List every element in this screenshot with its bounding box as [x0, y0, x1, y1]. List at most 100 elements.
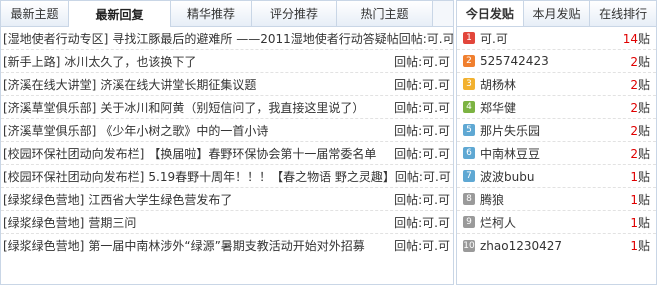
ranking-row: 4 郑华健 2贴 [457, 96, 656, 119]
post-count: 2贴 [630, 145, 650, 162]
user-name-link[interactable]: 那片失乐园 [480, 122, 540, 139]
tab-2[interactable]: 精华推荐 [171, 1, 252, 26]
tab-0[interactable]: 最新主题 [1, 1, 69, 26]
thread-title-link[interactable]: 营期三问 [88, 214, 136, 231]
thread-category-link[interactable]: [济溪草堂俱乐部] [3, 122, 96, 139]
post-count-unit: 贴 [637, 100, 650, 115]
user-name-link[interactable]: 烂柯人 [480, 214, 516, 231]
post-count: 1贴 [630, 214, 650, 231]
ranking-row: 3 胡杨林 2贴 [457, 73, 656, 96]
post-count-number: 1 [630, 192, 638, 207]
thread-row: [济溪在线大讲堂] 济溪在线大讲堂长期征集议题 回帖:可.可 [1, 73, 453, 96]
thread-category-link[interactable]: [新手上路] [3, 53, 60, 70]
thread-title-link[interactable]: 《少年小树之歌》中的一首小诗 [100, 122, 268, 139]
rank-badge: 2 [463, 55, 475, 67]
thread-title-link[interactable]: 【换届啦】春野环保协会第十一届常委名单 [148, 145, 376, 162]
thread-last-reply: 回帖:可.可 [394, 239, 450, 253]
post-count-number: 1 [630, 169, 638, 184]
post-count-number: 1 [630, 239, 638, 253]
thread-last-reply: 回帖:可.可 [394, 54, 450, 69]
thread-title-link[interactable]: 5.19春野十周年！！！【春之物语 野之灵趣】 [148, 168, 395, 185]
thread-title-link[interactable]: 冰川太久了，也该换下了 [64, 53, 196, 70]
user-name-link[interactable]: 可.可 [480, 30, 508, 47]
post-count-unit: 贴 [637, 146, 650, 161]
thread-last-reply: 回帖:可.可 [394, 192, 450, 207]
post-count-unit: 贴 [637, 169, 650, 184]
thread-title-link[interactable]: 济溪在线大讲堂长期征集议题 [100, 76, 256, 93]
tab-4[interactable]: 热门主题 [337, 1, 433, 26]
thread-last-reply: 回帖:可.可 [394, 169, 451, 184]
user-name-link[interactable]: 胡杨林 [480, 76, 516, 93]
thread-row: [济溪草堂俱乐部] 《少年小树之歌》中的一首小诗 回帖:可.可 [1, 119, 453, 142]
rank-badge: 8 [463, 193, 475, 205]
thread-category-link[interactable]: [绿浆绿色营地] [3, 191, 84, 208]
post-count-number: 2 [630, 77, 638, 92]
post-count-number: 2 [630, 100, 638, 115]
thread-title-link[interactable]: 寻找江豚最后的避难所 ——2011湿地使者行动答疑帖 [112, 30, 398, 47]
thread-category-link[interactable]: [济溪在线大讲堂] [3, 76, 96, 93]
post-count-number: 14 [622, 31, 638, 46]
rank-badge: 4 [463, 101, 475, 113]
rank-badge: 1 [463, 32, 475, 44]
ranking-row: 10 zhao1230427 1贴 [457, 234, 656, 257]
thread-row: [湿地使者行动专区] 寻找江豚最后的避难所 ——2011湿地使者行动答疑帖 回帖:可… [1, 27, 453, 50]
post-count: 2贴 [630, 122, 650, 139]
post-count-number: 1 [630, 215, 638, 230]
thread-category-link[interactable]: [济溪草堂俱乐部] [3, 99, 96, 116]
post-count-unit: 贴 [637, 215, 650, 230]
thread-last-reply: 回帖:可.可 [398, 31, 453, 46]
post-count-number: 2 [630, 123, 638, 138]
post-count-unit: 贴 [637, 239, 650, 253]
rank-badge: 6 [463, 147, 475, 159]
user-name-link[interactable]: zhao1230427 [480, 239, 562, 253]
thread-row: [校园环保社团动向发布栏] 5.19春野十周年！！！【春之物语 野之灵趣】 回帖:可… [1, 165, 453, 188]
thread-row: [绿浆绿色营地] 营期三问 回帖:可.可 [1, 211, 453, 234]
user-name-link[interactable]: 波波bubu [480, 168, 534, 185]
post-count-unit: 贴 [637, 123, 650, 138]
post-count: 1贴 [630, 168, 650, 185]
thread-last-reply: 回帖:可.可 [394, 123, 450, 138]
tab-3[interactable]: 评分推荐 [252, 1, 337, 26]
thread-title-link[interactable]: 第一届中南林涉外“绿源”暑期支教活动开始对外招募 [88, 237, 364, 254]
tab-1[interactable]: 最新回复 [69, 1, 171, 27]
thread-title-link[interactable]: 江西省大学生绿色营发布了 [88, 191, 232, 208]
post-count: 2贴 [630, 53, 650, 70]
rank-badge: 10 [463, 239, 475, 252]
ranking-row: 1 可.可 14贴 [457, 27, 656, 50]
ranking-tab-0[interactable]: 今日发贴 [457, 1, 524, 26]
post-count-unit: 贴 [637, 192, 650, 207]
rank-badge: 9 [463, 216, 475, 228]
post-count-unit: 贴 [637, 31, 650, 46]
ranking-row: 8 腾狼 1贴 [457, 188, 656, 211]
thread-last-reply: 回帖:可.可 [394, 215, 450, 230]
ranking-row: 2 525742423 2贴 [457, 50, 656, 73]
post-count-number: 2 [630, 54, 638, 69]
thread-category-link[interactable]: [绿浆绿色营地] [3, 214, 84, 231]
thread-category-link[interactable]: [校园环保社团动向发布栏] [3, 145, 144, 162]
user-name-link[interactable]: 郑华健 [480, 99, 516, 116]
user-name-link[interactable]: 腾狼 [480, 191, 504, 208]
post-count: 1贴 [630, 237, 650, 254]
thread-category-link[interactable]: [湿地使者行动专区] [3, 30, 108, 47]
ranking-tab-1[interactable]: 本月发贴 [523, 1, 591, 26]
ranking-row: 6 中南林豆豆 2贴 [457, 142, 656, 165]
ranking-tab-2[interactable]: 在线排行 [590, 1, 657, 26]
thread-last-reply: 回帖:可.可 [394, 100, 450, 115]
post-count: 1贴 [630, 191, 650, 208]
thread-category-link[interactable]: [绿浆绿色营地] [3, 237, 84, 254]
ranking-panel: 今日发贴 本月发贴 在线排行 1 可.可 14贴 2 525742423 2贴 3 胡杨林 2贴 4 郑… [456, 0, 657, 285]
ranking-list: 1 可.可 14贴 2 525742423 2贴 3 胡杨林 2贴 4 郑华健 2贴 5 那片失乐园 2贴 6… [456, 26, 657, 285]
thread-row: [绿浆绿色营地] 江西省大学生绿色营发布了 回帖:可.可 [1, 188, 453, 211]
post-count: 2贴 [630, 76, 650, 93]
user-name-link[interactable]: 中南林豆豆 [480, 145, 540, 162]
rank-badge: 7 [463, 170, 475, 182]
thread-last-reply: 回帖:可.可 [394, 146, 450, 161]
thread-title-link[interactable]: 关于冰川和阿黄（别短信问了，我直接这里说了） [100, 99, 364, 116]
ranking-row: 9 烂柯人 1贴 [457, 211, 656, 234]
thread-list: [湿地使者行动专区] 寻找江豚最后的避难所 ——2011湿地使者行动答疑帖 回帖:可… [0, 26, 454, 285]
post-count: 2贴 [630, 99, 650, 116]
thread-category-link[interactable]: [校园环保社团动向发布栏] [3, 168, 144, 185]
thread-tab-bar: 最新主题 最新回复 精华推荐 评分推荐 热门主题 [0, 0, 454, 27]
ranking-row: 5 那片失乐园 2贴 [457, 119, 656, 142]
user-name-link[interactable]: 525742423 [480, 54, 549, 68]
